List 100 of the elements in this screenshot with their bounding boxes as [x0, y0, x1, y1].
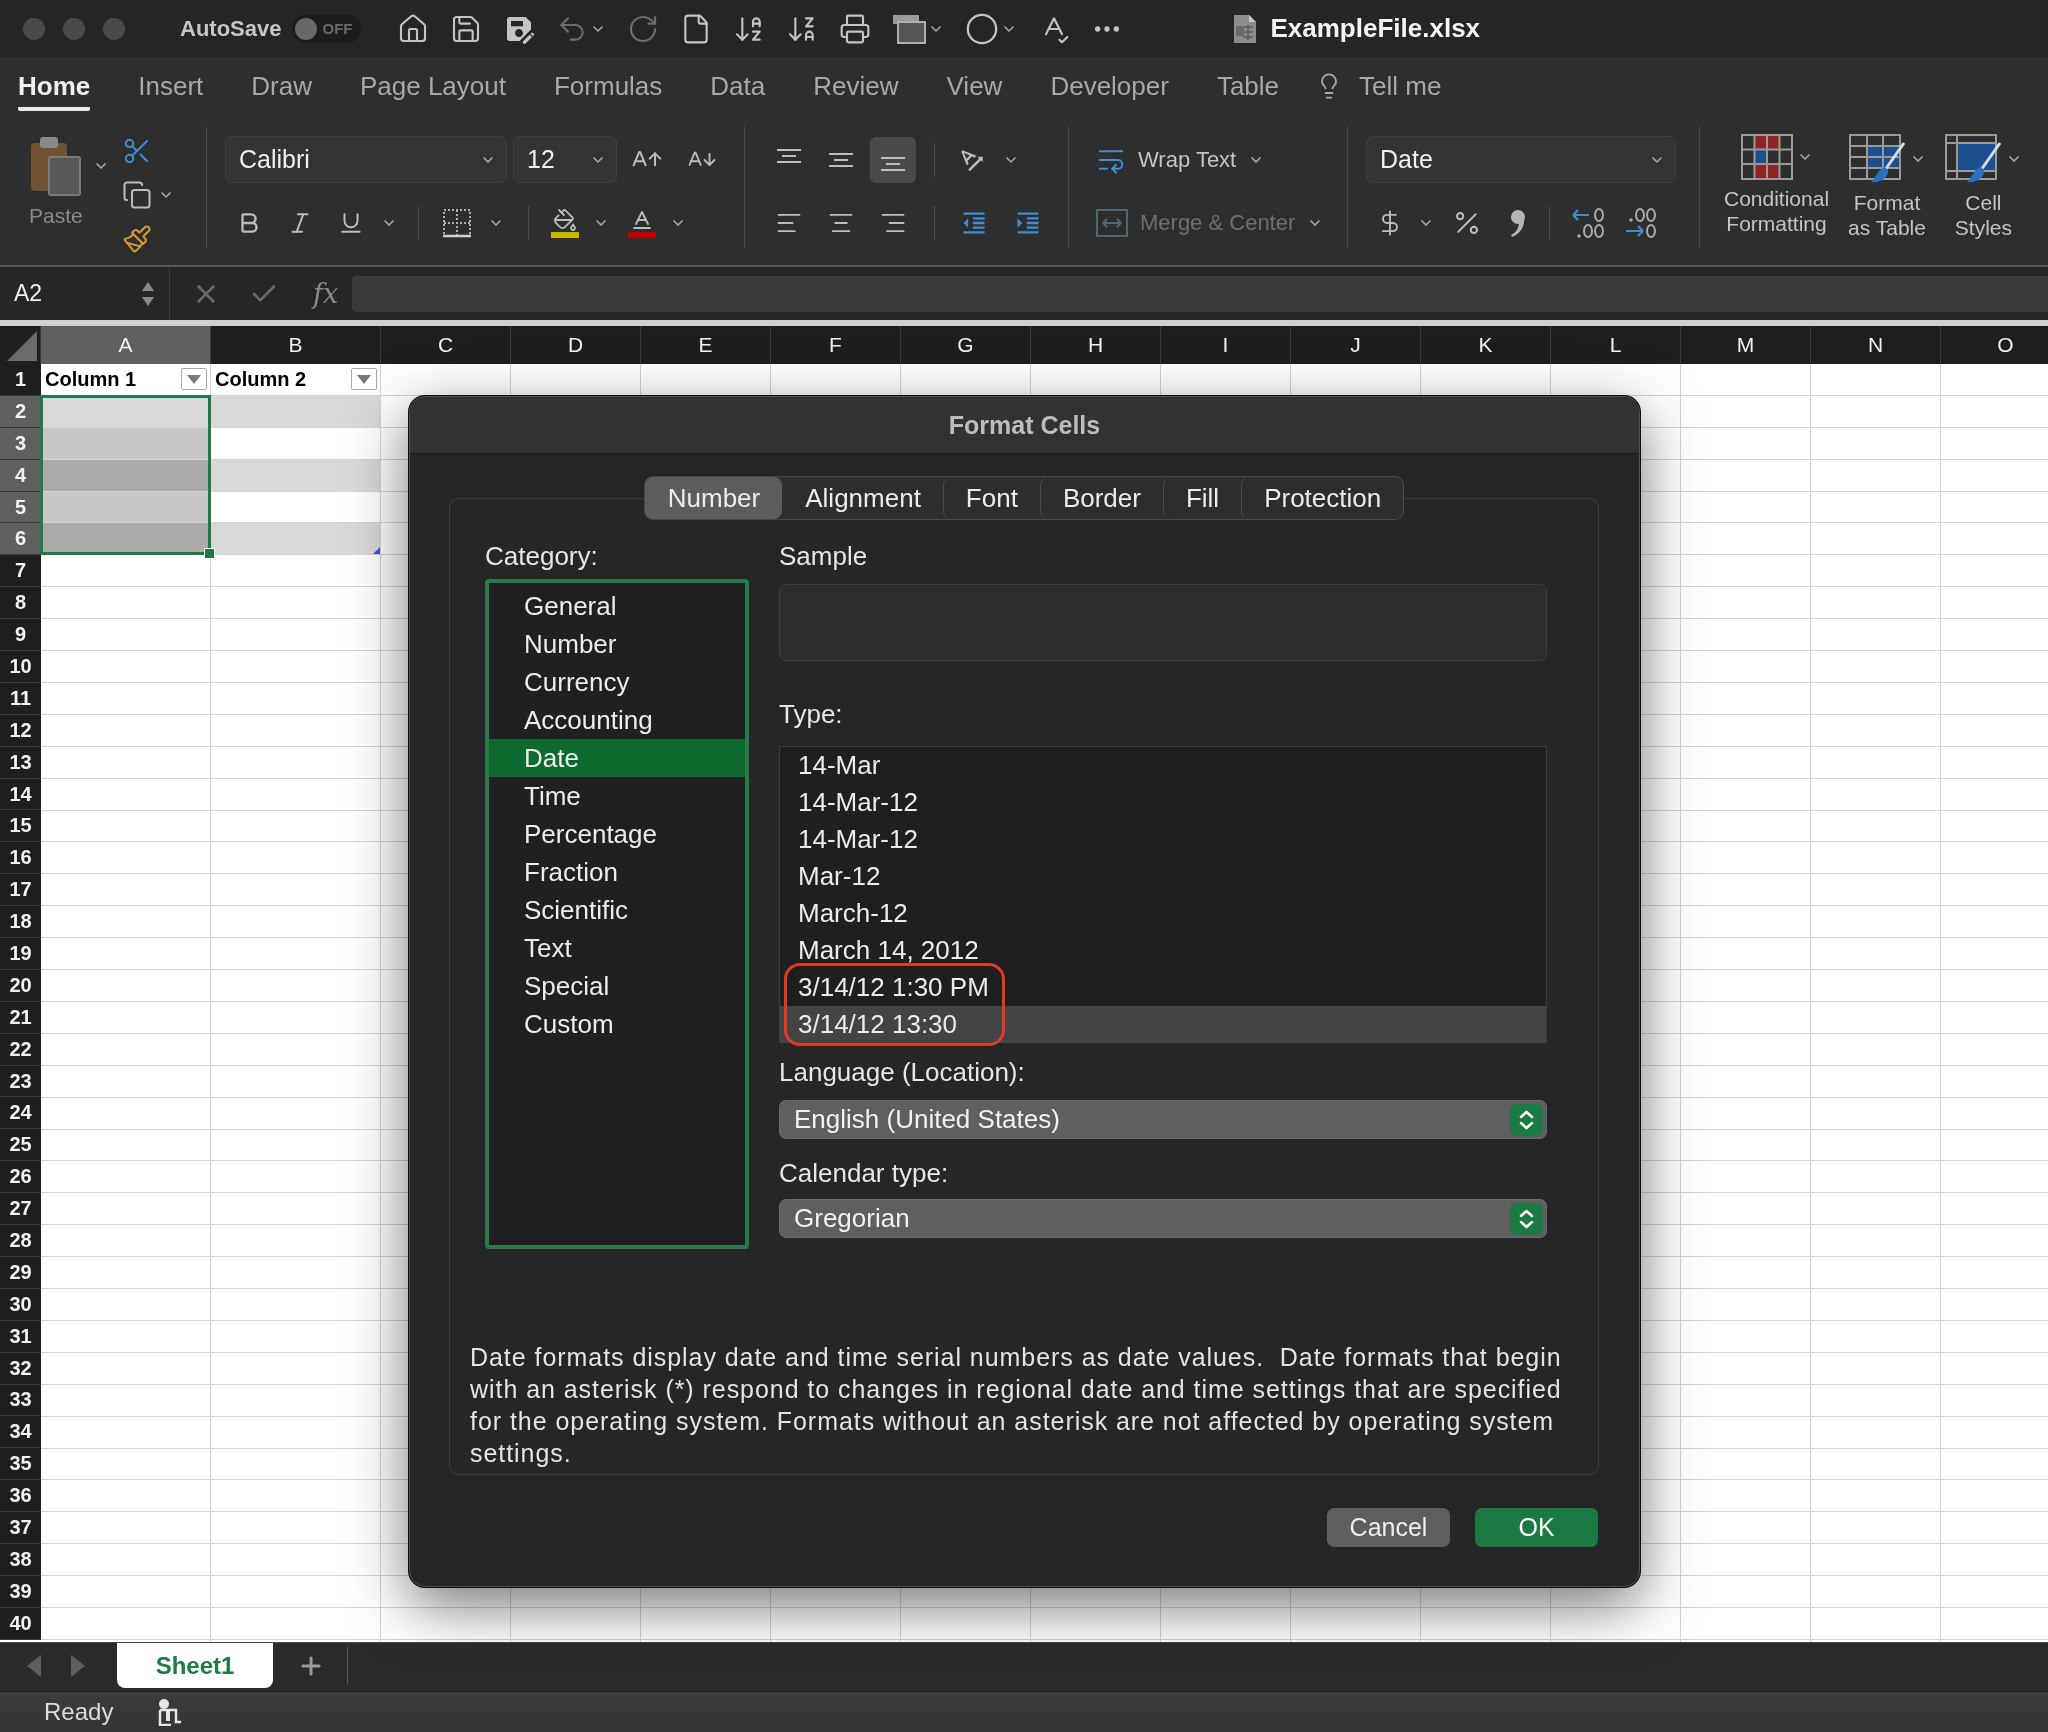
function-button[interactable]: fx	[313, 278, 339, 309]
letter-a-underline-icon[interactable]	[628, 208, 656, 238]
dialog-tab[interactable]: Border	[1039, 477, 1163, 519]
dialog-tab[interactable]: Fill	[1162, 477, 1242, 519]
language-select[interactable]: English (United States)	[779, 1100, 1547, 1139]
type-item[interactable]: March-12	[780, 895, 1546, 932]
comma-icon[interactable]	[1509, 208, 1527, 238]
row-header[interactable]: 28	[0, 1225, 41, 1257]
category-item[interactable]: Custom	[489, 1005, 745, 1043]
row-header[interactable]: 10	[0, 651, 41, 683]
tell-me-search[interactable]: Tell me	[1315, 63, 1442, 111]
up-down-chevron-icon[interactable]	[1510, 1202, 1543, 1235]
row-header[interactable]: 21	[0, 1001, 41, 1034]
font-select[interactable]: Calibri	[225, 136, 507, 183]
ribbon-tab[interactable]: Home	[18, 63, 91, 111]
print-icon[interactable]	[839, 12, 872, 45]
resize-handle-icon[interactable]	[373, 547, 380, 555]
paste-button[interactable]: Paste	[29, 136, 83, 228]
grid-brush-icon[interactable]	[1848, 134, 1906, 184]
dialog-tab[interactable]: Alignment	[782, 477, 943, 519]
row-header[interactable]: 31	[0, 1320, 41, 1353]
ribbon-tab[interactable]: Developer	[1050, 63, 1169, 111]
row-header[interactable]: 13	[0, 746, 41, 779]
type-item[interactable]: March 14, 2012	[780, 932, 1546, 969]
styles-button[interactable]: Format as Table	[1848, 134, 1926, 240]
ok-button[interactable]: OK	[1475, 1508, 1598, 1547]
row-header[interactable]: 18	[0, 906, 41, 939]
row-header[interactable]: 7	[0, 555, 41, 588]
ribbon-tab[interactable]: Formulas	[553, 63, 663, 111]
grid-brush-icon[interactable]	[1944, 134, 2002, 184]
category-item[interactable]: Percentage	[489, 815, 745, 853]
corner-triangle-icon[interactable]	[7, 331, 37, 361]
fill-handle[interactable]	[204, 548, 215, 560]
cancel-button[interactable]: Cancel	[1327, 1508, 1450, 1547]
row-header[interactable]: 33	[0, 1384, 41, 1417]
dashed-grid-icon[interactable]	[442, 208, 472, 238]
row-header[interactable]: 37	[0, 1512, 41, 1544]
row-header[interactable]: 26	[0, 1161, 41, 1194]
row-header[interactable]: 25	[0, 1129, 41, 1162]
row-header[interactable]: 34	[0, 1416, 41, 1449]
ribbon-tab[interactable]: Page Layout	[359, 63, 506, 111]
font-size-select[interactable]: 12	[513, 136, 617, 183]
shaded-grid-icon[interactable]	[1740, 134, 1793, 180]
row-header[interactable]: 11	[0, 682, 41, 715]
category-item[interactable]: General	[489, 587, 745, 625]
row-header[interactable]: 27	[0, 1193, 41, 1226]
row-header[interactable]: 6	[0, 523, 41, 556]
category-item[interactable]: Scientific	[489, 891, 745, 929]
ribbon-tab[interactable]: Review	[813, 63, 899, 111]
dialog-tab[interactable]: Font	[942, 477, 1040, 519]
category-item[interactable]: Date	[489, 739, 745, 777]
ribbon-tab[interactable]: Table	[1216, 63, 1280, 111]
styles-button[interactable]: Cell Styles	[1944, 134, 2022, 240]
copy-icon[interactable]	[121, 180, 152, 210]
category-item[interactable]: Fraction	[489, 853, 745, 891]
wrap-text-button[interactable]: Wrap Text	[1096, 144, 1265, 175]
row-header[interactable]: 22	[0, 1033, 41, 1066]
ribbon-tab[interactable]: Draw	[251, 63, 312, 111]
category-item[interactable]: Accounting	[489, 701, 745, 739]
row-header[interactable]: 14	[0, 778, 41, 811]
ribbon-tab[interactable]: Data	[710, 63, 766, 111]
circle-icon[interactable]	[965, 11, 1000, 46]
category-item[interactable]: Currency	[489, 663, 745, 701]
calendar-select[interactable]: Gregorian	[779, 1199, 1547, 1238]
ribbon-tab[interactable]: View	[946, 63, 1003, 111]
document-person-icon[interactable]	[157, 1698, 184, 1726]
up-down-chevron-icon[interactable]	[1510, 1103, 1543, 1136]
underline-icon[interactable]	[338, 210, 364, 236]
row-header[interactable]: 17	[0, 874, 41, 907]
row-header[interactable]: 19	[0, 938, 41, 970]
row-header[interactable]: 39	[0, 1575, 41, 1608]
category-item[interactable]: Time	[489, 777, 745, 815]
row-header[interactable]: 36	[0, 1480, 41, 1513]
filter-dropdown-button[interactable]	[181, 368, 207, 391]
dialog-tab[interactable]: Number	[644, 477, 783, 519]
type-item[interactable]: 3/14/12 13:30	[780, 1006, 1546, 1043]
ribbon-tab[interactable]: Insert	[138, 63, 204, 111]
row-header[interactable]: 15	[0, 810, 41, 843]
styles-button[interactable]: Conditional Formatting	[1724, 134, 1830, 236]
category-item[interactable]: Text	[489, 929, 745, 967]
row-header[interactable]: 9	[0, 619, 41, 651]
row-header[interactable]: 24	[0, 1097, 41, 1130]
paint-bucket-icon[interactable]	[551, 208, 579, 238]
type-item[interactable]: 14-Mar-12	[780, 821, 1546, 858]
filter-dropdown-button[interactable]	[351, 368, 377, 391]
number-format-select[interactable]: Date	[1366, 136, 1676, 183]
row-header[interactable]: 40	[0, 1607, 41, 1640]
row-header[interactable]: 12	[0, 714, 41, 747]
caret-icon[interactable]	[187, 374, 201, 384]
align-bottom-button[interactable]	[870, 136, 916, 183]
row-header[interactable]: 16	[0, 842, 41, 875]
row-header[interactable]: 38	[0, 1543, 41, 1576]
row-header[interactable]: 35	[0, 1448, 41, 1481]
stacked-windows-icon[interactable]	[892, 13, 927, 44]
row-header[interactable]: 32	[0, 1352, 41, 1385]
row-header[interactable]: 30	[0, 1288, 41, 1321]
type-item[interactable]: 14-Mar-12	[780, 784, 1546, 821]
category-item[interactable]: Special	[489, 967, 745, 1005]
type-item[interactable]: Mar-12	[780, 858, 1546, 895]
caret-icon[interactable]	[357, 374, 371, 384]
